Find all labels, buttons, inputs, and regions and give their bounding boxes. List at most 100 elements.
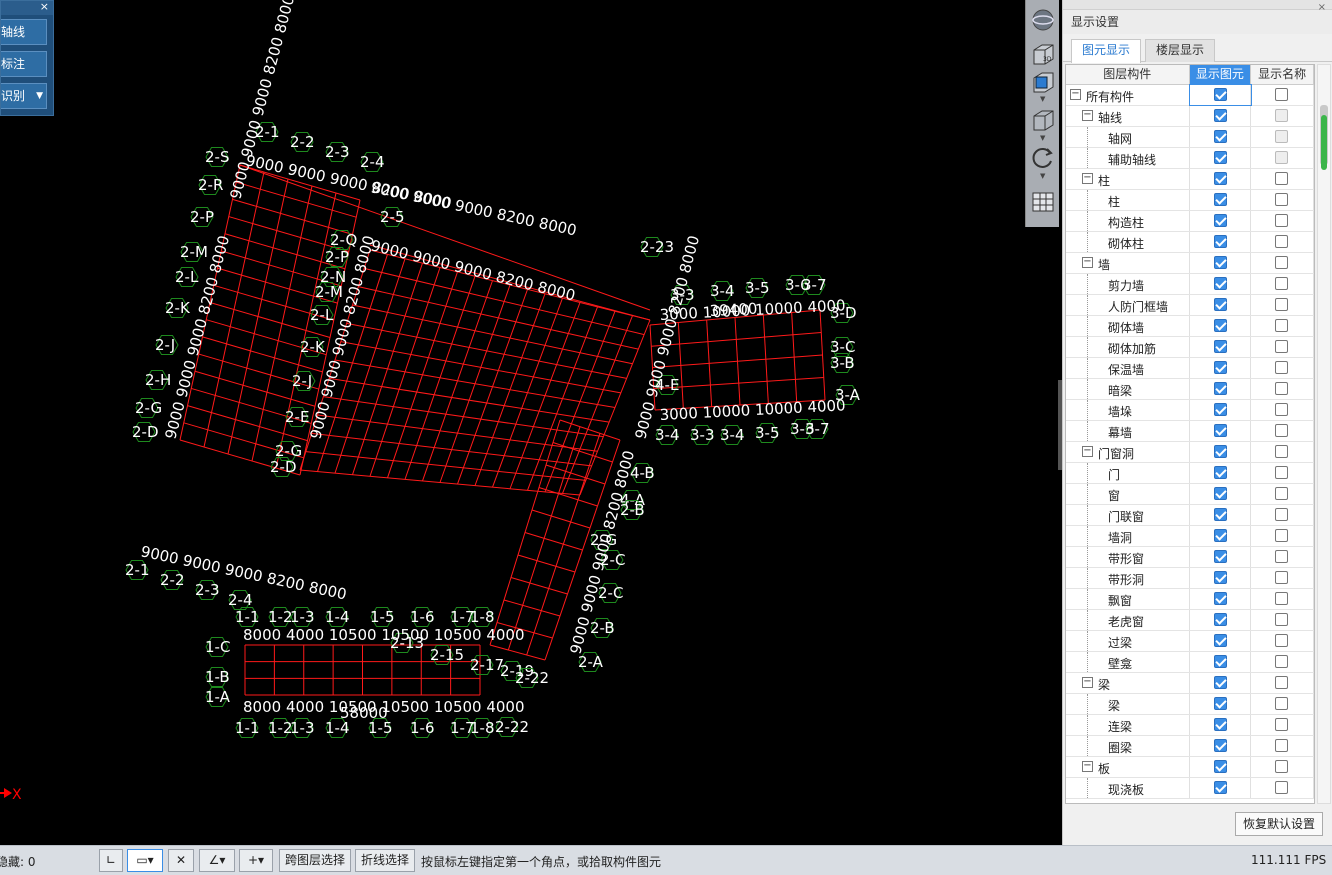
show-name-checkbox[interactable] (1275, 529, 1289, 542)
layout-grid-icon[interactable] (1029, 188, 1057, 216)
show-element-checkbox[interactable] (1213, 424, 1227, 437)
table-row[interactable]: − 墙 (1066, 253, 1314, 274)
show-name-checkbox[interactable] (1275, 634, 1289, 647)
show-name-checkbox[interactable] (1275, 508, 1289, 521)
show-element-checkbox[interactable] (1213, 445, 1227, 458)
snap-icon[interactable]: +▾ (239, 849, 273, 872)
show-element-checkbox[interactable] (1213, 298, 1227, 311)
show-element-checkbox[interactable] (1213, 151, 1227, 164)
show-name-checkbox[interactable] (1275, 88, 1289, 101)
show-name-checkbox[interactable] (1275, 151, 1289, 164)
show-element-checkbox[interactable] (1213, 340, 1227, 353)
table-row[interactable]: − 柱 (1066, 169, 1314, 190)
chevron-down-icon[interactable]: ▼ (1040, 134, 1045, 142)
show-element-checkbox[interactable] (1213, 277, 1227, 290)
collapse-icon[interactable]: − (1082, 173, 1093, 184)
table-row[interactable]: 连梁 (1066, 715, 1314, 736)
table-row[interactable]: 过梁 (1066, 631, 1314, 652)
top-view-icon[interactable] (1029, 68, 1057, 96)
select-box-icon[interactable]: ▭▾ (127, 849, 163, 872)
chevron-down-icon[interactable]: ▼ (1040, 95, 1045, 103)
table-row[interactable]: 砌体柱 (1066, 232, 1314, 253)
show-name-checkbox[interactable] (1275, 130, 1289, 143)
column-header-show-element[interactable]: 显示图元 (1189, 65, 1252, 85)
collapse-icon[interactable]: − (1082, 677, 1093, 688)
show-name-checkbox[interactable] (1275, 340, 1289, 353)
collapse-icon[interactable]: − (1082, 110, 1093, 121)
table-row[interactable]: 构造柱 (1066, 211, 1314, 232)
table-row[interactable]: 墙垛 (1066, 400, 1314, 421)
cross-icon[interactable]: ✕ (168, 849, 194, 872)
show-name-checkbox[interactable] (1275, 298, 1289, 311)
show-element-checkbox[interactable] (1213, 214, 1227, 227)
show-element-checkbox[interactable] (1213, 109, 1227, 122)
cross-layer-select-button[interactable]: 跨图层选择 (279, 849, 351, 872)
show-element-checkbox[interactable] (1213, 571, 1227, 584)
show-name-checkbox[interactable] (1275, 256, 1289, 269)
table-row[interactable]: 保温墙 (1066, 358, 1314, 379)
close-icon[interactable]: × (1318, 0, 1326, 30)
show-name-checkbox[interactable] (1275, 613, 1289, 626)
axis-button[interactable]: 轴线 (1, 19, 47, 45)
view-sphere-icon[interactable] (1029, 6, 1057, 34)
show-element-checkbox[interactable] (1213, 718, 1227, 731)
show-name-checkbox[interactable] (1275, 487, 1289, 500)
table-row[interactable]: 砌体加筋 (1066, 337, 1314, 358)
show-element-checkbox[interactable] (1213, 529, 1227, 542)
axis-grid-drawing[interactable]: 2-1 2-2 2-3 2-4 2-5 2-S 2-R 2-P 2-M 2-L 2-K 2-J 2-H 2… (0, 0, 1058, 845)
show-element-checkbox[interactable] (1213, 382, 1227, 395)
collapse-icon[interactable]: − (1070, 89, 1081, 100)
show-name-checkbox[interactable] (1275, 718, 1289, 731)
show-name-checkbox[interactable] (1275, 592, 1289, 605)
show-element-checkbox[interactable] (1213, 466, 1227, 479)
ortho-icon[interactable]: ∟ (99, 849, 123, 872)
show-name-checkbox[interactable] (1275, 193, 1289, 206)
table-row[interactable]: − 门窗洞 (1066, 442, 1314, 463)
table-row[interactable]: 带形窗 (1066, 547, 1314, 568)
show-name-checkbox[interactable] (1275, 172, 1289, 185)
tab-floor-display[interactable]: 楼层显示 (1145, 39, 1215, 62)
tab-element-display[interactable]: 图元显示 (1071, 39, 1141, 63)
show-element-checkbox[interactable] (1213, 130, 1227, 143)
table-row[interactable]: 轴网 (1066, 127, 1314, 148)
table-row[interactable]: 梁 (1066, 694, 1314, 715)
show-element-checkbox[interactable] (1213, 655, 1227, 668)
table-row[interactable]: 门联窗 (1066, 505, 1314, 526)
collapse-icon[interactable]: − (1082, 257, 1093, 268)
table-row[interactable]: − 轴线 (1066, 106, 1314, 127)
collapse-icon[interactable]: − (1082, 446, 1093, 457)
show-name-checkbox[interactable] (1275, 277, 1289, 290)
table-row[interactable]: 暗梁 (1066, 379, 1314, 400)
show-name-checkbox[interactable] (1275, 571, 1289, 584)
table-row[interactable]: − 板 (1066, 757, 1314, 778)
show-name-checkbox[interactable] (1275, 382, 1289, 395)
vertical-scrollbar[interactable] (1317, 64, 1331, 804)
box-view-icon[interactable] (1029, 106, 1057, 134)
show-name-checkbox[interactable] (1275, 214, 1289, 227)
show-element-checkbox[interactable] (1213, 613, 1227, 626)
table-row[interactable]: − 所有构件 (1066, 84, 1314, 106)
close-icon[interactable]: × (40, 0, 49, 13)
show-name-checkbox[interactable] (1275, 403, 1289, 416)
show-name-checkbox[interactable] (1275, 361, 1289, 374)
show-name-checkbox[interactable] (1275, 781, 1289, 794)
show-element-checkbox[interactable] (1213, 319, 1227, 332)
table-row[interactable]: 带形洞 (1066, 568, 1314, 589)
3d-view-icon[interactable]: 3D (1029, 40, 1057, 68)
restore-defaults-button[interactable]: 恢复默认设置 (1235, 812, 1323, 836)
show-element-checkbox[interactable] (1213, 508, 1227, 521)
show-name-checkbox[interactable] (1275, 445, 1289, 458)
table-row[interactable]: 门 (1066, 463, 1314, 484)
show-element-checkbox[interactable] (1213, 193, 1227, 206)
table-row[interactable]: 老虎窗 (1066, 610, 1314, 631)
show-element-checkbox[interactable] (1213, 88, 1227, 101)
table-row[interactable]: 辅助轴线 (1066, 148, 1314, 169)
show-name-checkbox[interactable] (1275, 235, 1289, 248)
drawing-canvas[interactable]: 2-1 2-2 2-3 2-4 2-5 2-S 2-R 2-P 2-M 2-L 2-K 2-J 2-H 2… (0, 0, 1058, 845)
column-header-layer[interactable]: 图层构件 (1066, 65, 1190, 85)
show-element-checkbox[interactable] (1213, 592, 1227, 605)
show-name-checkbox[interactable] (1275, 697, 1289, 710)
show-name-checkbox[interactable] (1275, 109, 1289, 122)
table-row[interactable]: 砌体墙 (1066, 316, 1314, 337)
show-name-checkbox[interactable] (1275, 319, 1289, 332)
